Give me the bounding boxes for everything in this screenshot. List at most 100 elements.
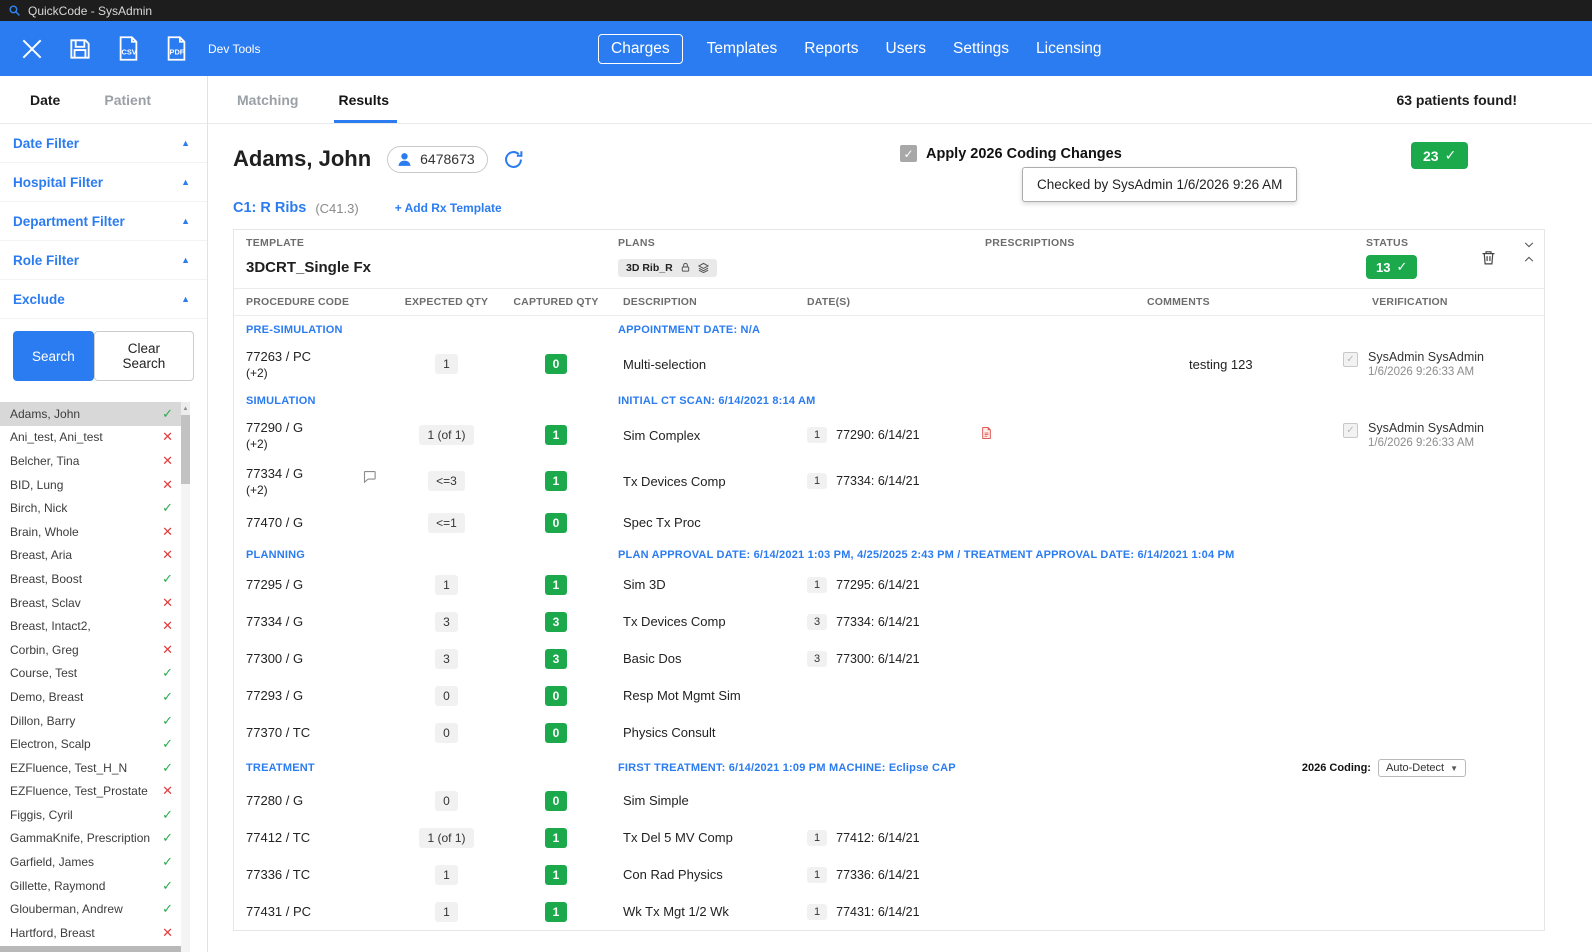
verification-checkbox[interactable]: ✓ [1343, 423, 1358, 438]
tab-results[interactable]: Results [338, 76, 389, 123]
header-plans: PLANS [618, 237, 985, 249]
close-button[interactable] [8, 28, 56, 70]
filter-exclude[interactable]: Exclude▲ [0, 280, 207, 319]
add-rx-template-link[interactable]: + Add Rx Template [395, 201, 502, 215]
charge-row[interactable]: 77290 / G(+2)1 (of 1)1Sim Complex177290:… [234, 412, 1544, 458]
filter-list: Date Filter▲Hospital Filter▲Department F… [0, 124, 207, 319]
filter-date-filter[interactable]: Date Filter▲ [0, 124, 207, 163]
patient-list-item[interactable]: Breast, Aria✕ [0, 544, 182, 568]
clear-search-button[interactable]: Clear Search [94, 331, 194, 381]
patient-list-scrollbar[interactable]: ▲ [181, 402, 190, 952]
chevron-up-icon[interactable] [1522, 253, 1536, 266]
patient-id-chip[interactable]: 6478673 [387, 146, 488, 173]
patient-name-label: BID, Lung [10, 478, 63, 492]
sidebar-tab-patient[interactable]: Patient [104, 92, 151, 108]
charge-row[interactable]: 77336 / TC11Con Rad Physics177336: 6/14/… [234, 856, 1544, 893]
export-csv-button[interactable]: CSV [104, 28, 152, 70]
nav-users[interactable]: Users [883, 34, 929, 64]
charge-description: Basic Dos [618, 651, 807, 666]
patient-list-item[interactable]: Belcher, Tina✕ [0, 449, 182, 473]
expected-qty-cell: 3 [399, 612, 494, 632]
patient-list-item[interactable]: EZFluence, Test_Prostate✕ [0, 780, 182, 804]
patient-list-item[interactable]: Breast, Sclav✕ [0, 591, 182, 615]
verification-checkbox[interactable]: ✓ [1343, 352, 1358, 367]
export-pdf-button[interactable]: PDF [152, 28, 200, 70]
procedure-code: 77263 / PC [246, 349, 381, 364]
charge-row[interactable]: 77334 / G(+2)<=31Tx Devices Comp177334: … [234, 458, 1544, 504]
filter-hospital-filter[interactable]: Hospital Filter▲ [0, 163, 207, 202]
comment-icon[interactable] [362, 469, 377, 484]
charge-row[interactable]: 77293 / G00Resp Mot Mgmt Sim [234, 677, 1544, 714]
charge-row[interactable]: 77334 / G33Tx Devices Comp377334: 6/14/2… [234, 603, 1544, 640]
scrollbar-thumb[interactable] [181, 415, 190, 484]
procedure-code: 77334 / G [246, 614, 381, 629]
prescription-icon[interactable] [980, 425, 993, 441]
charge-row[interactable]: 77263 / PC(+2)10Multi-selectiontesting 1… [234, 341, 1544, 387]
charge-row[interactable]: 77412 / TC1 (of 1)1Tx Del 5 MV Comp17741… [234, 819, 1544, 856]
patient-list-item[interactable]: Corbin, Greg✕ [0, 638, 182, 662]
column-header: CAPTURED QTY [494, 296, 618, 308]
nav-settings[interactable]: Settings [950, 34, 1012, 64]
charge-row[interactable]: 77300 / G33Basic Dos377300: 6/14/21 [234, 640, 1544, 677]
patient-list-item[interactable]: Breast, Intact2,✕ [0, 614, 182, 638]
nav-licensing[interactable]: Licensing [1033, 34, 1105, 64]
charge-row[interactable]: 77470 / G<=10Spec Tx Proc [234, 504, 1544, 541]
patient-list-item[interactable]: Course, Test✓ [0, 662, 182, 686]
charge-row[interactable]: 77431 / PC11Wk Tx Mgt 1/2 Wk177431: 6/14… [234, 893, 1544, 930]
chevron-down-icon[interactable] [1522, 238, 1536, 251]
coding-mode-select[interactable]: Auto-Detect▼ [1378, 759, 1466, 777]
patient-list-item[interactable]: Ani_test, Ani_test✕ [0, 426, 182, 450]
patient-list-item[interactable]: Gillette, Raymond✓ [0, 874, 182, 898]
date-text: 77334: 6/14/21 [836, 615, 919, 629]
charge-row[interactable]: 77280 / G00Sim Simple [234, 782, 1544, 819]
patient-list-item[interactable]: Demo, Breast✓ [0, 685, 182, 709]
sidebar-tab-date[interactable]: Date [30, 92, 60, 108]
filter-label: Department Filter [13, 214, 125, 229]
captured-qty-cell: 0 [494, 354, 618, 374]
patient-list-item-partial[interactable] [0, 946, 182, 952]
captured-qty-cell: 0 [494, 686, 618, 706]
scrollbar-up-arrow[interactable]: ▲ [181, 402, 190, 415]
date-count-badge: 1 [807, 830, 827, 846]
patient-list-item[interactable]: Adams, John✓ [0, 402, 182, 426]
course-label[interactable]: C1: R Ribs [233, 200, 306, 216]
toolbar: CSV PDF Dev Tools Charges Templates Report… [0, 21, 1592, 76]
nav-templates[interactable]: Templates [704, 34, 781, 64]
charge-sections: PRE-SIMULATIONAPPOINTMENT DATE: N/A77263… [234, 316, 1544, 930]
patient-list-item[interactable]: Garfield, James✓ [0, 850, 182, 874]
patient-list-item[interactable]: Figgis, Cyril✓ [0, 803, 182, 827]
patients-found-text: 63 patients found! [1396, 92, 1517, 108]
nav-reports[interactable]: Reports [801, 34, 861, 64]
delete-icon[interactable] [1480, 249, 1497, 267]
charge-row[interactable]: 77370 / TC00Physics Consult [234, 714, 1544, 751]
date-text: 77300: 6/14/21 [836, 652, 919, 666]
filter-role-filter[interactable]: Role Filter▲ [0, 241, 207, 280]
charge-row[interactable]: 77295 / G11Sim 3D177295: 6/14/21 [234, 566, 1544, 603]
expected-qty: <=3 [428, 471, 465, 491]
patient-list-item[interactable]: Hartford, Breast✕ [0, 921, 182, 945]
patient-list-item[interactable]: GammaKnife, Prescription✓ [0, 827, 182, 851]
patient-list-item[interactable]: Electron, Scalp✓ [0, 732, 182, 756]
apply-coding-checkbox[interactable]: ✓ [900, 145, 917, 162]
tab-matching[interactable]: Matching [237, 76, 298, 123]
patient-list-item[interactable]: Dillon, Barry✓ [0, 709, 182, 733]
dates-cell: 177431: 6/14/21 [807, 904, 980, 920]
patient-list-item[interactable]: Brain, Whole✕ [0, 520, 182, 544]
patient-list-item[interactable]: Breast, Boost✓ [0, 567, 182, 591]
patient-list-item[interactable]: Glouberman, Andrew✓ [0, 897, 182, 921]
captured-qty-cell: 3 [494, 612, 618, 632]
expected-qty-cell: 1 [399, 575, 494, 595]
patient-list-item[interactable]: BID, Lung✕ [0, 473, 182, 497]
verification-time: 1/6/2026 9:26:33 AM [1368, 366, 1484, 378]
search-button[interactable]: Search [13, 331, 94, 381]
nav-charges[interactable]: Charges [598, 34, 683, 64]
patient-name-label: Breast, Boost [10, 572, 82, 586]
refresh-icon[interactable] [503, 149, 524, 170]
plan-chip[interactable]: 3D Rib_R [618, 259, 717, 277]
dev-tools-label: Dev Tools [208, 42, 260, 56]
filter-department-filter[interactable]: Department Filter▲ [0, 202, 207, 241]
results-tabbar: Matching Results 63 patients found! [208, 76, 1592, 124]
patient-list-item[interactable]: Birch, Nick✓ [0, 496, 182, 520]
patient-list-item[interactable]: EZFluence, Test_H_N✓ [0, 756, 182, 780]
save-button[interactable] [56, 28, 104, 70]
